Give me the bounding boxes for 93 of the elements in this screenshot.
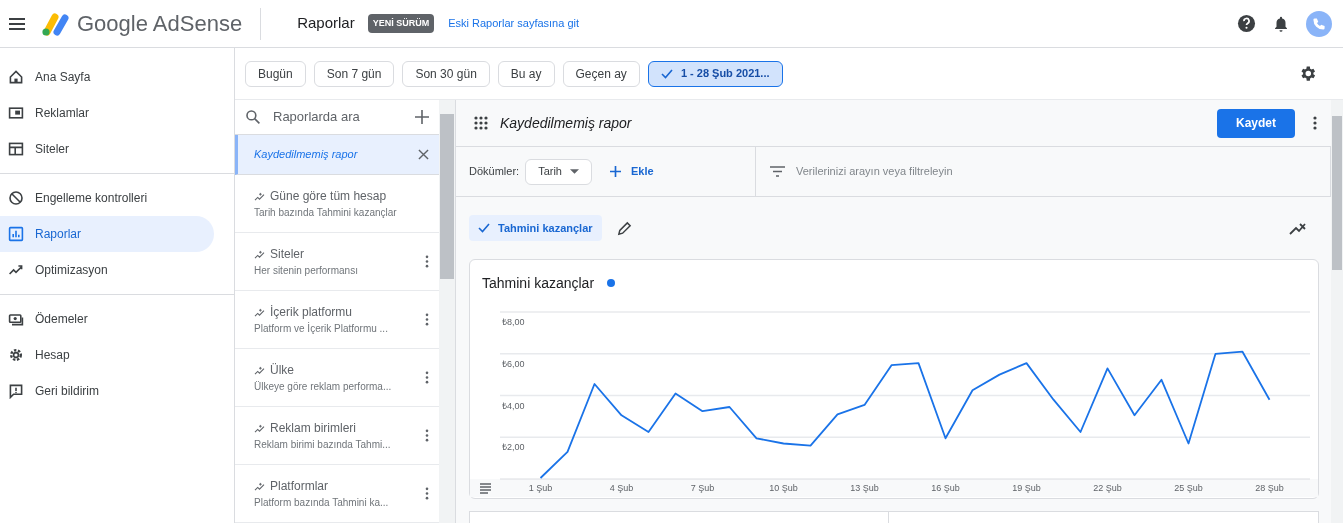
more-options-icon[interactable] (425, 429, 429, 442)
report-title: Kaydedilmemiş rapor (500, 113, 632, 133)
nav-item[interactable]: Ödemeler (0, 301, 214, 337)
sparkle-icon (254, 423, 265, 433)
apps-grid-icon[interactable] (474, 116, 488, 130)
report-title: Siteler (270, 246, 304, 263)
notifications-icon[interactable] (1272, 14, 1290, 33)
breakdown-dropdown[interactable]: Tarih (525, 158, 592, 185)
date-range-chip[interactable]: Bugün (245, 60, 306, 87)
nav-item[interactable]: Optimizasyon (0, 252, 214, 288)
filter-field[interactable]: Verilerinizi arayın veya filtreleyin (796, 163, 1196, 180)
date-range-chip[interactable]: Son 7 gün (313, 60, 395, 87)
menu-icon[interactable] (9, 17, 25, 30)
report-subtitle: Platform ve İçerik Platformu ... (254, 321, 388, 336)
more-options-icon[interactable] (425, 255, 429, 268)
settings-icon (8, 347, 24, 363)
scrollbar-thumb[interactable] (1332, 116, 1342, 270)
nav-item[interactable]: Siteler (0, 131, 214, 167)
edit-icon[interactable] (616, 220, 632, 236)
nav-item[interactable]: Raporlar (0, 216, 214, 252)
check-icon (660, 68, 673, 79)
nav-item[interactable]: Hesap (0, 337, 214, 373)
report-subtitle: Her sitenin performansı (254, 264, 358, 278)
nav-item[interactable]: Reklamlar (0, 95, 214, 131)
date-range-chip[interactable]: Son 30 gün (402, 60, 490, 87)
close-icon[interactable] (418, 149, 429, 160)
ad-frame-icon (8, 105, 24, 121)
more-options-icon[interactable] (425, 487, 429, 500)
x-axis-label: 28 Şub (1255, 483, 1284, 493)
version-badge: YENİ SÜRÜM (367, 13, 435, 34)
chart-title: Tahmini kazançlar (482, 273, 595, 293)
more-options-icon[interactable] (425, 371, 429, 384)
x-axis-label: 7 Şub (690, 483, 715, 493)
report-subtitle: Reklam birimi bazında Tahmi... (254, 438, 391, 452)
y-axis-label: ₺2,00 (502, 442, 525, 453)
breakdowns-label: Dökümler: (469, 164, 520, 180)
help-icon[interactable] (1237, 14, 1256, 33)
report-title: Ülke (270, 362, 294, 379)
x-axis-label: 1 Şub (528, 483, 553, 493)
check-icon (478, 223, 490, 233)
report-list-item[interactable]: Kaydedilmemiş rapor (235, 135, 439, 175)
search-icon (245, 109, 261, 125)
nav-item[interactable]: Ana Sayfa (0, 59, 214, 95)
y-axis-label: ₺8,00 (502, 317, 525, 327)
add-icon (609, 166, 621, 177)
bar-chart-icon (8, 226, 24, 242)
logo-text: Google AdSense (77, 10, 243, 38)
blocked-icon (8, 190, 24, 206)
x-axis-label: 16 Şub (931, 483, 960, 493)
scrollbar-thumb[interactable] (440, 114, 454, 279)
report-title: Platformlar (270, 478, 328, 495)
x-axis-label: 25 Şub (1174, 483, 1203, 493)
date-range-chip[interactable]: Geçen ay (562, 60, 640, 87)
metric-chip[interactable]: Tahmini kazançlar (469, 215, 602, 241)
old-reports-link[interactable]: Eski Raporlar sayfasına git (448, 15, 580, 32)
nav-item[interactable]: Engelleme kontrolleri (0, 180, 214, 216)
more-options-icon[interactable] (1313, 116, 1317, 130)
sparkle-icon (254, 191, 265, 201)
sparkle-icon (254, 481, 265, 491)
more-options-icon[interactable] (425, 313, 429, 326)
x-axis-label: 19 Şub (1012, 483, 1041, 493)
report-subtitle: Tarih bazında Tahmini kazançlar (254, 206, 397, 220)
home-icon (8, 69, 24, 85)
sparkle-icon (254, 365, 265, 375)
x-axis-label: 13 Şub (850, 483, 879, 493)
filter-icon (770, 166, 785, 177)
feedback-icon (8, 383, 24, 399)
date-range-chip[interactable]: 1 - 28 Şub 2021... (647, 60, 783, 87)
y-axis-label: ₺4,00 (502, 400, 525, 411)
report-title: Güne göre tüm hesap (270, 188, 387, 205)
layout-icon (8, 141, 24, 157)
y-axis-label: ₺6,00 (502, 358, 525, 369)
page-title: Raporlar (297, 13, 355, 34)
add-icon[interactable] (415, 110, 429, 124)
dropdown-caret-icon (569, 169, 579, 174)
sparkle-icon (254, 249, 265, 259)
sparkle-icon (254, 307, 265, 317)
save-button[interactable]: Kaydet (1217, 108, 1295, 138)
logo-icon (41, 11, 69, 36)
report-search-field[interactable]: Raporlarda ara (273, 107, 413, 127)
x-axis-label: 4 Şub (609, 483, 634, 493)
date-range-chip[interactable]: Bu ay (497, 60, 555, 87)
add-breakdown-button[interactable]: Ekle (609, 163, 654, 180)
x-axis-label: 10 Şub (769, 483, 798, 493)
report-title: Reklam birimleri (270, 420, 356, 437)
nav-item[interactable]: Geri bildirim (0, 373, 214, 409)
report-subtitle: Ülkeye göre reklam performa... (254, 380, 392, 394)
money-icon (8, 311, 24, 327)
list-icon[interactable] (479, 483, 492, 494)
report-title: İçerik platformu (270, 304, 353, 321)
x-axis-label: 22 Şub (1093, 483, 1122, 493)
trend-icon[interactable] (1289, 221, 1306, 235)
report-subtitle: Platform bazında Tahmini ka... (254, 496, 389, 510)
